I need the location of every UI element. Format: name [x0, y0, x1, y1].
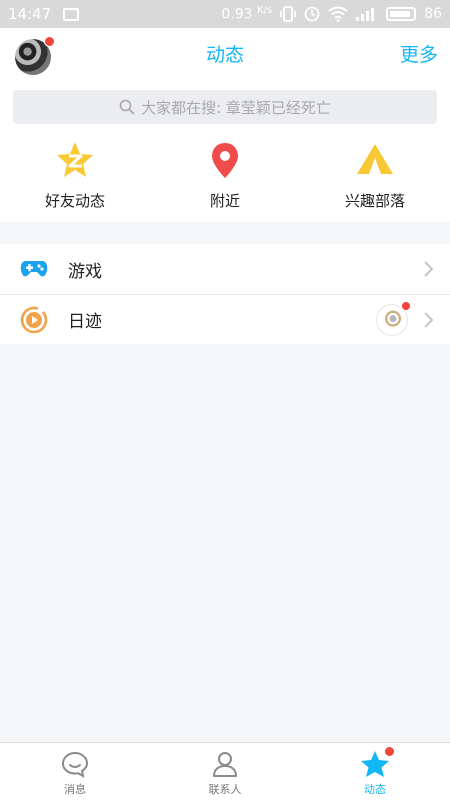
list-item-games[interactable]: 游戏 [0, 244, 450, 294]
friend-avatar-image [381, 309, 405, 333]
quick-item-friend-feed[interactable]: 好友动态 [0, 132, 150, 222]
battery-level: 86 [424, 6, 442, 22]
battery-icon [386, 7, 417, 21]
bottom-tab-bar: 消息 联系人 动态 [0, 742, 450, 800]
quick-item-nearby[interactable]: 附近 [150, 132, 300, 222]
tab-contacts[interactable]: 联系人 [150, 743, 300, 800]
header: 动态 更多 [0, 28, 450, 82]
search-input[interactable]: 大家都在搜: 章莹颖已经死亡 [13, 90, 437, 124]
quick-item-label: 兴趣部落 [344, 192, 405, 210]
search-area: 大家都在搜: 章莹颖已经死亡 [0, 82, 450, 132]
page-title: 动态 [205, 44, 244, 66]
tent-icon [355, 140, 395, 180]
network-speed-unit: K/s [257, 5, 273, 17]
tab-label: 消息 [64, 783, 86, 796]
search-icon [119, 99, 135, 115]
list-item-label: 游戏 [68, 261, 102, 282]
list-item-label: 日迹 [68, 312, 102, 332]
chevron-right-icon [424, 261, 434, 277]
friend-avatar [376, 301, 411, 336]
quick-item-interest-tribe[interactable]: 兴趣部落 [300, 132, 450, 222]
search-placeholder: 大家都在搜: 章莹颖已经死亡 [141, 98, 331, 117]
gamepad-icon [20, 255, 48, 283]
signal-icon [356, 7, 378, 21]
tab-label: 动态 [364, 783, 386, 796]
location-pin-icon [205, 140, 245, 180]
network-speed: 0.93 K/s [221, 5, 273, 23]
status-bar: 14:47 0.93 K/s 86 [0, 0, 450, 28]
more-button[interactable]: 更多 [400, 28, 438, 82]
play-circle-icon [20, 306, 48, 334]
chat-icon [60, 749, 90, 779]
vibrate-icon [280, 6, 296, 22]
tab-feed[interactable]: 动态 [300, 743, 450, 800]
status-time: 14:47 [8, 5, 52, 23]
feature-list: 游戏 日迹 [0, 244, 450, 344]
wifi-icon [328, 6, 348, 22]
notification-dot [385, 747, 394, 756]
alarm-icon [304, 6, 320, 22]
chevron-right-icon [424, 312, 434, 328]
qzone-star-icon [55, 140, 95, 180]
quick-item-label: 附近 [209, 192, 240, 210]
tab-messages[interactable]: 消息 [0, 743, 150, 800]
quick-actions: 好友动态 附近 兴趣部落 [0, 132, 450, 222]
status-right: 0.93 K/s 86 [221, 5, 442, 23]
contact-icon [210, 749, 240, 779]
list-item-daily-trace[interactable]: 日迹 [0, 294, 450, 344]
image-notification-icon [63, 7, 80, 21]
notification-dot [401, 301, 411, 311]
quick-item-label: 好友动态 [44, 192, 105, 210]
tab-label: 联系人 [208, 783, 242, 796]
